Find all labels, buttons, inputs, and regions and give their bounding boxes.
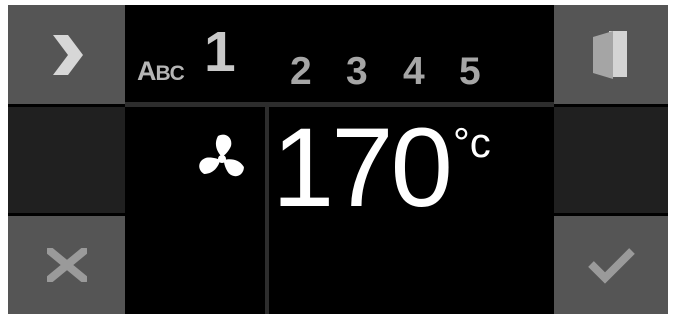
slot-2[interactable]: 2 bbox=[290, 52, 312, 91]
vertical-divider bbox=[265, 107, 269, 314]
exit-button[interactable] bbox=[554, 5, 668, 104]
program-slot-bar bbox=[125, 5, 554, 102]
left-middle-blank-button bbox=[8, 107, 125, 213]
checkmark-icon bbox=[588, 248, 635, 284]
slot-3[interactable]: 3 bbox=[346, 52, 368, 91]
category-label: ABC bbox=[137, 56, 185, 86]
door-exit-icon bbox=[593, 30, 627, 79]
slot-5[interactable]: 5 bbox=[459, 52, 481, 91]
right-middle-blank-button bbox=[554, 107, 668, 213]
cancel-button[interactable] bbox=[8, 216, 125, 314]
temperature-value[interactable]: 170 bbox=[272, 112, 453, 224]
close-icon bbox=[46, 248, 87, 282]
slot-4[interactable]: 4 bbox=[403, 52, 425, 91]
temperature-unit: °c bbox=[453, 119, 491, 166]
confirm-button[interactable] bbox=[554, 216, 668, 314]
fan-icon[interactable] bbox=[196, 133, 248, 185]
chevron-right-icon bbox=[52, 34, 83, 75]
slot-1-active[interactable]: 1 bbox=[204, 24, 236, 81]
next-button[interactable] bbox=[8, 5, 125, 104]
